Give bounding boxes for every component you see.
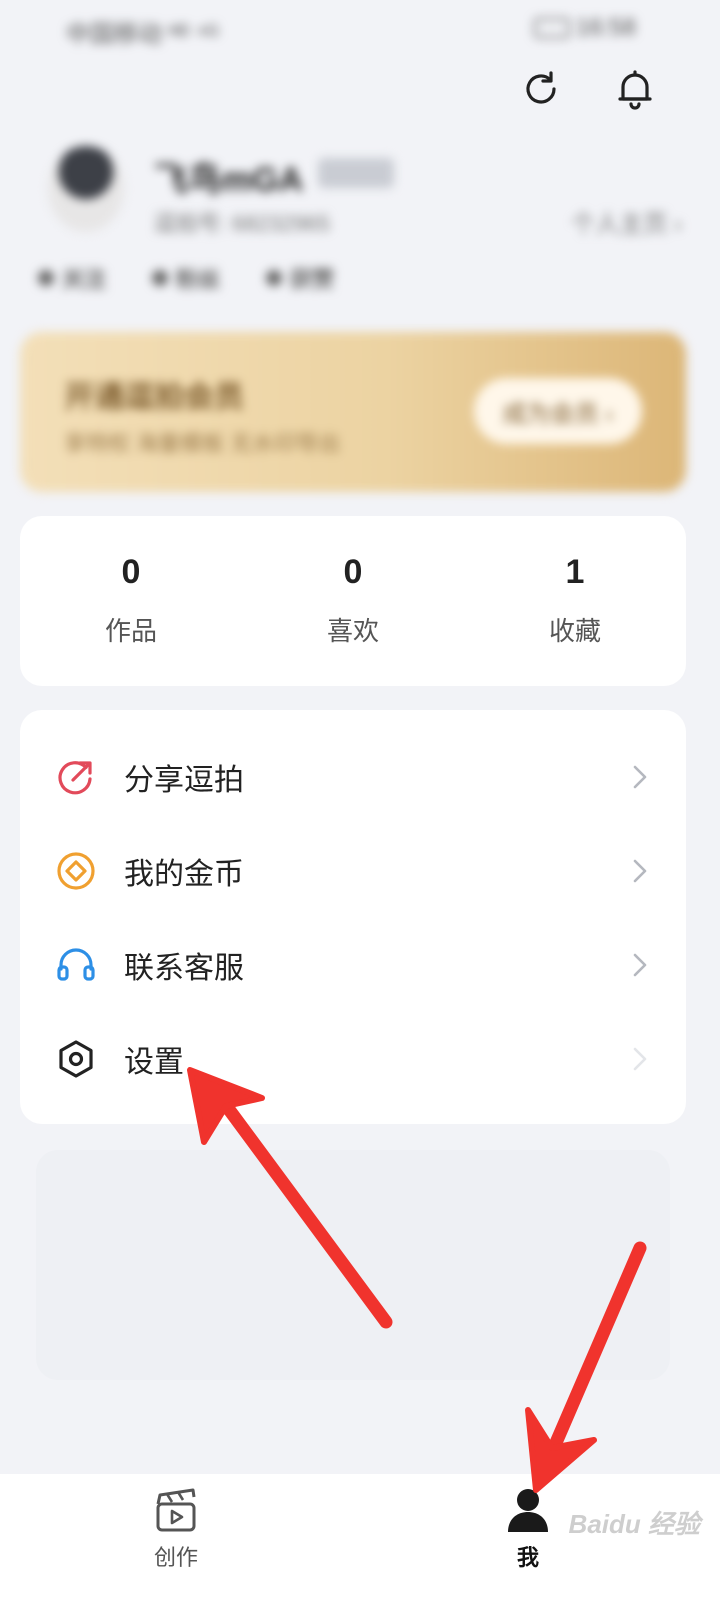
favorites-label: 收藏 <box>548 615 601 646</box>
likes-label: 喜欢 <box>326 615 379 646</box>
vip-banner[interactable]: 开通逗拍会员 享特权 海量模板 无水印导出 成为会员 › <box>20 332 686 492</box>
clapperboard-icon <box>156 1488 196 1532</box>
chevron-right-icon <box>630 950 650 980</box>
nickname: 飞鸟mGA <box>154 161 304 199</box>
personal-homepage-link[interactable]: 个人主页 › <box>571 204 682 239</box>
menu-label-support: 联系客服 <box>124 952 244 985</box>
tab-me-label: 我 <box>516 1545 539 1570</box>
likes-count: 0 <box>343 552 363 591</box>
menu-label-coins: 我的金币 <box>124 858 244 891</box>
level-badge <box>318 158 394 188</box>
vip-title: 开通逗拍会员 <box>64 381 244 414</box>
menu-card: 分享逗拍 我的金币 联系客服 设置 <box>20 710 686 1124</box>
share-icon <box>54 755 98 799</box>
vip-subtitle: 享特权 海量模板 无水印导出 <box>64 431 341 456</box>
chevron-right-icon <box>630 1044 650 1074</box>
user-icon <box>152 270 169 286</box>
user-id: 逗拍号: 68232965 <box>154 211 331 236</box>
clock: 16:58 <box>575 14 636 41</box>
status-bar: 中国移动 ᴴᴰ ⁴ᴳ 16:58 <box>0 0 720 56</box>
content-stats-card: 0 作品 0 喜欢 1 收藏 <box>20 516 686 686</box>
following-stat[interactable]: 关注 <box>38 262 106 294</box>
follow-stats: 关注 粉丝 获赞 <box>38 262 334 294</box>
favorites-stat[interactable]: 1 收藏 <box>464 516 686 686</box>
followers-stat[interactable]: 粉丝 <box>152 262 220 294</box>
favorites-count: 1 <box>565 552 585 591</box>
refresh-icon <box>526 71 556 104</box>
person-icon <box>508 1489 548 1532</box>
bell-icon <box>618 70 652 110</box>
tab-create-label: 创作 <box>153 1545 198 1570</box>
heart-icon <box>266 270 283 286</box>
menu-label-settings: 设置 <box>124 1046 184 1079</box>
coin-icon <box>54 849 98 893</box>
works-stat[interactable]: 0 作品 <box>20 516 242 686</box>
works-count: 0 <box>121 552 141 591</box>
carrier-text: 中国移动 ᴴᴰ ⁴ᴳ <box>66 21 219 48</box>
likes-stat[interactable]: 获赞 <box>266 262 334 294</box>
chevron-right-icon <box>630 856 650 886</box>
tab-create[interactable]: 创作 <box>116 1486 236 1592</box>
chevron-right-icon <box>630 762 650 792</box>
menu-item-coins[interactable]: 我的金币 <box>20 824 686 918</box>
refresh-button[interactable] <box>514 62 568 116</box>
menu-label-share: 分享逗拍 <box>124 764 244 797</box>
menu-item-support[interactable]: 联系客服 <box>20 918 686 1012</box>
headset-icon <box>54 943 98 987</box>
become-member-button[interactable]: 成为会员 › <box>474 378 642 444</box>
user-icon <box>38 270 54 286</box>
baidu-watermark: Baidu 经验 <box>568 1509 700 1539</box>
likes-stat[interactable]: 0 喜欢 <box>242 516 464 686</box>
battery-icon <box>534 18 570 38</box>
works-label: 作品 <box>104 615 157 646</box>
notification-button[interactable] <box>608 62 662 116</box>
empty-card <box>36 1150 670 1380</box>
menu-item-share[interactable]: 分享逗拍 <box>20 730 686 824</box>
avatar[interactable] <box>48 146 124 232</box>
menu-item-settings[interactable]: 设置 <box>20 1012 686 1106</box>
settings-icon <box>54 1037 98 1081</box>
